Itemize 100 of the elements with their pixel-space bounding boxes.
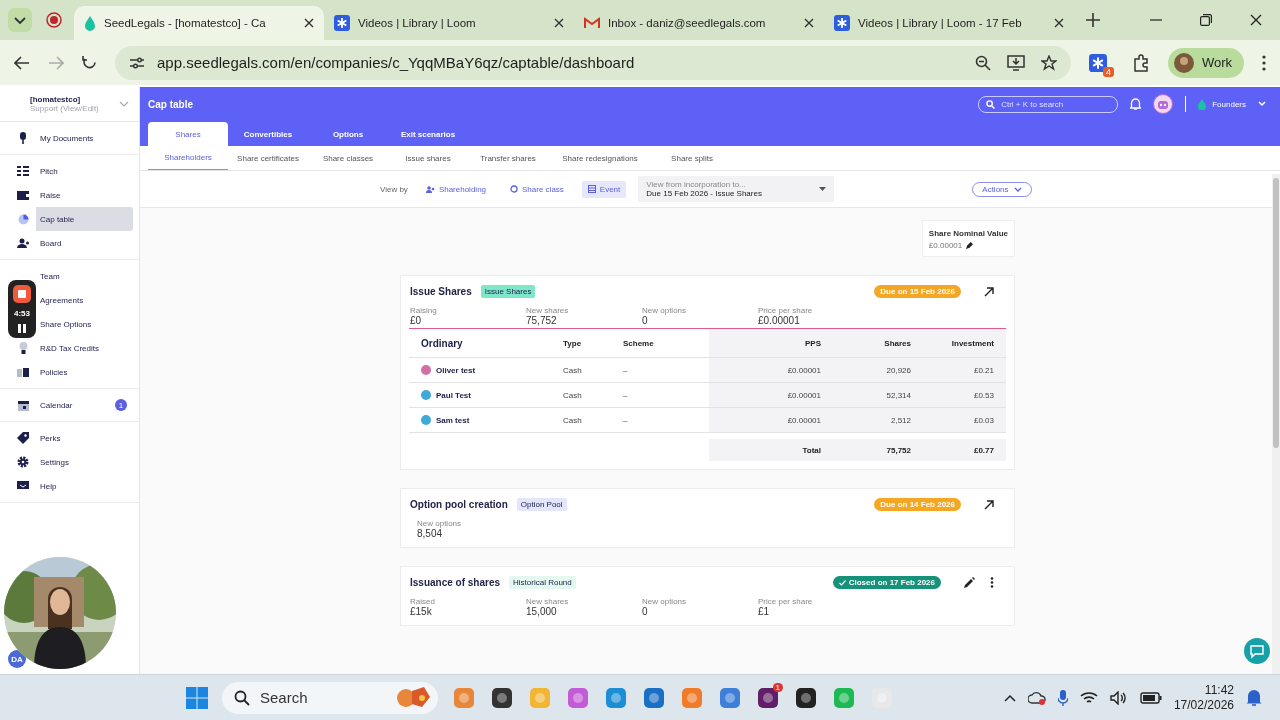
browser-tab[interactable]: Videos | Library | Loom	[324, 6, 574, 40]
tab-search-button[interactable]	[8, 8, 32, 32]
app-icon[interactable]	[490, 685, 514, 710]
sidebar-item[interactable]: Calendar	[36, 393, 109, 417]
sidebar-item[interactable]: Help	[36, 474, 133, 498]
sidebar-item[interactable]: Perks	[36, 426, 133, 450]
subtab[interactable]: Issue shares	[388, 146, 468, 170]
close-icon[interactable]	[1250, 14, 1262, 26]
close-tab-icon[interactable]	[804, 18, 814, 28]
puzzle-icon[interactable]	[1131, 53, 1150, 72]
event-title: Issue Shares	[410, 286, 472, 297]
wifi-icon[interactable]	[1079, 690, 1098, 705]
microphone-icon[interactable]	[1057, 689, 1068, 706]
cloud-icon[interactable]	[1027, 690, 1046, 705]
new-tab-icon[interactable]	[1086, 13, 1100, 27]
drop-icon	[84, 15, 96, 31]
user-avatar[interactable]: DA	[8, 650, 26, 668]
profile-button[interactable]: Work	[1167, 47, 1244, 78]
asterisk-icon[interactable]	[1088, 53, 1107, 72]
mail-icon	[584, 17, 600, 29]
zoom-icon[interactable]	[974, 54, 991, 71]
pause-icon[interactable]	[18, 324, 26, 333]
caret-icon	[819, 187, 827, 191]
period-select[interactable]: View from incorporation to... Due 15 Feb 2026 - Issue Shares	[638, 176, 835, 202]
sidebar-item[interactable]: Cap table	[36, 207, 133, 231]
bell-icon[interactable]	[1130, 98, 1142, 110]
event-tag: Issue Shares	[480, 285, 536, 298]
chevron-up-icon[interactable]	[1003, 693, 1016, 702]
menu-icon[interactable]	[1262, 54, 1266, 71]
start-icon[interactable]	[186, 686, 208, 709]
metric-label: New shares	[526, 597, 569, 606]
close-tab-icon[interactable]	[1054, 18, 1064, 28]
robot-avatar-icon[interactable]	[1153, 94, 1174, 114]
sidebar-item[interactable]: Agreements	[36, 288, 133, 312]
browser-tab[interactable]: Videos | Library | Loom - 17 Feb	[824, 6, 1074, 40]
back-icon[interactable]	[14, 55, 30, 70]
sidebar-item[interactable]: Share Options	[36, 312, 133, 336]
address-bar[interactable]: app.seedlegals.com/en/companies/c_YqqMBaY6qz/captable/dashboard	[115, 45, 1071, 80]
view-option[interactable]: Event	[581, 180, 627, 198]
tab[interactable]: Options	[308, 122, 388, 146]
event-title: Issuance of shares	[410, 577, 501, 588]
sidebar-item[interactable]: Pitch	[36, 159, 133, 183]
scrollbar-thumb[interactable]	[1273, 178, 1279, 448]
sidebar-item[interactable]: Policies	[36, 360, 133, 384]
reload-icon[interactable]	[82, 55, 97, 70]
more-icon[interactable]	[990, 577, 994, 588]
subtab[interactable]: Transfer shares	[468, 146, 548, 170]
sidebar-item[interactable]: Raise	[36, 183, 133, 207]
metric-label: New options	[417, 519, 462, 528]
microphone-icon	[19, 132, 27, 144]
company-role: Support (View/Edit)	[30, 104, 99, 113]
arrow-up-right-icon[interactable]	[984, 286, 994, 297]
sidebar-item[interactable]: My Documents	[36, 126, 133, 150]
battery-icon[interactable]	[1139, 691, 1162, 704]
sidebar-item[interactable]: Board	[36, 231, 133, 255]
app-icon[interactable]	[794, 685, 818, 710]
bell-icon[interactable]	[1246, 688, 1262, 707]
tab[interactable]: Convertibles	[228, 122, 308, 146]
search-field[interactable]: Ctrl + K to search	[978, 95, 1119, 113]
subtab[interactable]: Share classes	[308, 146, 388, 170]
view-option[interactable]: Share class	[504, 180, 570, 198]
sidebar-item[interactable]: Team	[36, 264, 133, 288]
column-header: Ordinary	[421, 337, 463, 349]
arrow-up-right-icon[interactable]	[984, 499, 994, 510]
workspace-switcher[interactable]: Founders	[1212, 99, 1246, 109]
clock-date[interactable]: 17/02/2026	[1173, 697, 1234, 713]
sidebar-item[interactable]: Settings	[36, 450, 133, 474]
stop-button[interactable]	[13, 285, 31, 303]
speaker-icon[interactable]	[1109, 690, 1128, 705]
subtab[interactable]: Share certificates	[228, 146, 308, 170]
record-icon[interactable]	[46, 12, 62, 28]
sidebar-item[interactable]: R&D Tax Credits	[36, 336, 133, 360]
clock-time[interactable]: 11:42	[1204, 682, 1234, 698]
metric-label: Price per share	[758, 597, 813, 606]
table-cell: Cash	[563, 365, 582, 375]
chat-button[interactable]	[1244, 638, 1270, 664]
subtab[interactable]: Shareholders	[148, 146, 228, 170]
pencil-icon[interactable]	[966, 242, 974, 249]
column-header: PPS	[805, 338, 821, 348]
nominal-value-label: Share Nominal Value	[928, 229, 1008, 238]
table-cell: –	[623, 390, 628, 400]
bookmark-star-icon[interactable]	[1040, 54, 1057, 71]
browser-tab[interactable]: SeedLegals - [homatestco] - Ca	[74, 6, 324, 40]
table-cell: –	[623, 415, 628, 425]
install-icon[interactable]	[1006, 54, 1025, 71]
view-option[interactable]: Shareholding	[419, 180, 493, 198]
browser-tab[interactable]: Inbox - daniz@seedlegals.com	[574, 6, 824, 40]
page-title: Cap table	[148, 98, 193, 110]
subtab[interactable]: Share splits	[652, 146, 732, 170]
tab[interactable]: Exit scenarios	[388, 122, 468, 146]
check-icon	[838, 579, 846, 586]
pencil-icon[interactable]	[964, 577, 975, 588]
restore-icon[interactable]	[1200, 14, 1212, 26]
close-tab-icon[interactable]	[554, 18, 564, 28]
app-icon[interactable]	[756, 685, 780, 710]
subtab[interactable]: Share redesignations	[548, 146, 652, 170]
table-cell: –	[623, 365, 628, 375]
close-tab-icon[interactable]	[304, 18, 314, 28]
site-settings-icon[interactable]	[129, 55, 145, 70]
tab[interactable]: Shares	[148, 122, 228, 146]
